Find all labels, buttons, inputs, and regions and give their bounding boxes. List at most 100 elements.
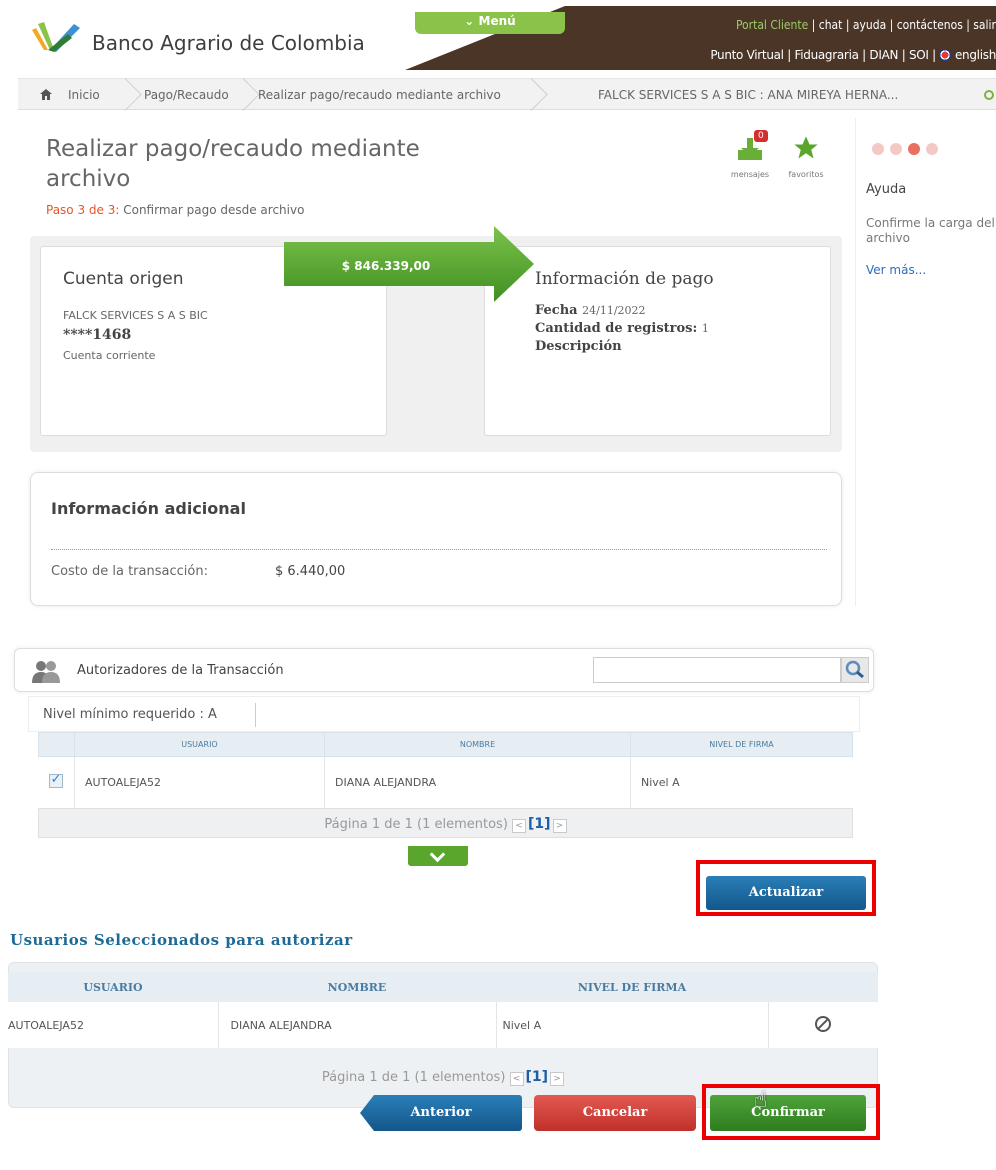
highlight-box [696, 860, 876, 916]
count-value: 1 [701, 322, 709, 335]
messages-button[interactable]: 0 mensajes [726, 130, 774, 182]
column-header-name[interactable]: NOMBRE [218, 972, 496, 1002]
authorizers-pager: Página 1 de 1 (1 elementos) < [1] > [38, 808, 853, 838]
portal-cliente-link[interactable]: Portal Cliente [736, 18, 808, 32]
step-dot-active [908, 143, 920, 155]
hand-cursor-icon: ☝ [754, 1088, 768, 1113]
name-cell: DIANA ALEJANDRA [324, 756, 631, 809]
top-links-secondary[interactable]: Punto Virtual | Fiduagraria | DIAN | SOI… [710, 48, 996, 62]
secondary-links[interactable]: Punto Virtual | Fiduagraria | DIAN | SOI… [710, 48, 939, 62]
count-label: Cantidad de registros: [535, 321, 698, 336]
payment-count-row: Cantidad de registros: 1 [535, 321, 709, 336]
breadcrumb-separator [520, 79, 534, 111]
column-header-user[interactable]: USUARIO [8, 972, 218, 1002]
breadcrumb-separator [232, 79, 246, 111]
next-page-button[interactable]: > [552, 819, 567, 833]
expand-chevron-button[interactable] [408, 846, 468, 866]
breadcrumb-current: Realizar pago/recaudo mediante archivo [258, 88, 501, 102]
column-header-user[interactable]: USUARIO [74, 732, 325, 757]
users-icon [32, 661, 60, 683]
breadcrumb-home[interactable]: Inicio [68, 79, 100, 111]
remove-icon[interactable] [815, 1015, 832, 1032]
additional-info-title: Información adicional [51, 499, 246, 518]
step-number: Paso 3 de 3: [46, 203, 120, 217]
breadcrumb-account: FALCK SERVICES S A S BIC : ANA MIREYA HE… [598, 88, 899, 102]
help-panel: Ayuda Confirme la carga del archivo Ver … [855, 118, 996, 606]
transaction-cost-label: Costo de la transacción: [51, 564, 208, 579]
site-header: Banco Agrario de Colombia ⌄ Menú Portal … [10, 6, 996, 70]
current-page[interactable]: [1] [528, 816, 551, 832]
star-icon [794, 136, 818, 159]
english-link[interactable]: english [951, 48, 996, 62]
level-cell: Nivel A [496, 1002, 769, 1048]
table-row[interactable]: AUTOALEJA52 DIANA ALEJANDRA Nivel A [38, 756, 853, 809]
help-step-dots [872, 140, 944, 159]
remove-cell[interactable] [768, 1002, 878, 1048]
search-icon [845, 660, 864, 679]
divider [255, 703, 256, 727]
next-page-button[interactable]: > [550, 1072, 565, 1086]
column-header-level[interactable]: NIVEL DE FIRMA [630, 732, 853, 757]
user-cell: AUTOALEJA52 [74, 756, 325, 809]
payment-info-card: Información de pago Fecha 24/11/2022 Can… [484, 246, 831, 436]
top-links-primary[interactable]: Portal Cliente | chat | ayuda | contácte… [736, 18, 996, 32]
pager-text: Página 1 de 1 (1 elementos) [321, 1070, 510, 1085]
breadcrumb-pago-recaudo[interactable]: Pago/Recaudo [144, 79, 229, 111]
page-title: Realizar pago/recaudo mediante archivo [46, 136, 420, 192]
checkbox-column-header [38, 732, 75, 757]
step-dot [890, 143, 902, 155]
us-flag-icon[interactable] [939, 49, 952, 61]
search-button[interactable] [841, 657, 869, 683]
step-dot [926, 143, 938, 155]
origin-name: FALCK SERVICES S A S BIC [63, 309, 208, 322]
bank-logo-icon[interactable] [30, 20, 82, 56]
favorites-label: favoritos [788, 170, 824, 179]
authorizers-search-input[interactable] [593, 657, 841, 683]
column-header-level[interactable]: NIVEL DE FIRMA [496, 972, 768, 1002]
payment-date-row: Fecha 24/11/2022 [535, 303, 646, 318]
row-checkbox[interactable] [48, 772, 63, 788]
prev-page-button[interactable]: < [512, 819, 527, 833]
origin-account-number: ****1468 [63, 327, 132, 343]
origin-account-type: Cuenta corriente [63, 349, 156, 362]
table-header-row: USUARIO NOMBRE NIVEL DE FIRMA [8, 972, 878, 1002]
breadcrumb-separator [114, 79, 128, 111]
table-row[interactable]: AUTOALEJA52 DIANA ALEJANDRA Nivel A [8, 1002, 878, 1048]
level-cell: Nivel A [630, 756, 853, 809]
prev-page-button[interactable]: < [509, 1072, 524, 1086]
authorizers-table: USUARIO NOMBRE NIVEL DE FIRMA AUTOALEJA5… [38, 732, 853, 809]
name-cell: DIANA ALEJANDRA [218, 1002, 497, 1048]
status-indicator-icon [984, 90, 994, 100]
payment-description-label: Descripción [535, 339, 622, 354]
date-value: 24/11/2022 [582, 304, 646, 317]
table-header-row: USUARIO NOMBRE NIVEL DE FIRMA [38, 732, 853, 757]
breadcrumb: Inicio Pago/Recaudo Realizar pago/recaud… [18, 78, 996, 110]
favorites-button[interactable]: favoritos [782, 130, 830, 182]
help-more-link[interactable]: Ver más... [866, 263, 926, 277]
row-checkbox-cell[interactable] [38, 756, 75, 809]
selected-users-table: USUARIO NOMBRE NIVEL DE FIRMA AUTOALEJA5… [8, 972, 878, 1048]
authorizers-title: Autorizadores de la Transacción [77, 663, 284, 678]
column-header-name[interactable]: NOMBRE [324, 732, 631, 757]
menu-button[interactable]: ⌄ Menú [415, 12, 565, 34]
help-text: Confirme la carga del archivo [866, 216, 995, 245]
step-description: Confirmar pago desde archivo [119, 203, 305, 217]
minimum-level-box: Nivel mínimo requerido : A [28, 696, 860, 732]
date-label: Fecha [535, 303, 578, 318]
payment-info-title: Información de pago [535, 269, 714, 289]
pager-text: Página 1 de 1 (1 elementos) [324, 817, 513, 832]
cancel-button[interactable]: Cancelar [534, 1095, 696, 1131]
transaction-cost-value: $ 6.440,00 [275, 564, 346, 579]
user-cell: AUTOALEJA52 [8, 1002, 219, 1048]
transfer-amount: $ 846.339,00 [341, 259, 431, 273]
previous-button[interactable]: Anterior [360, 1095, 522, 1131]
authorizers-header: Autorizadores de la Transacción [14, 648, 874, 692]
origin-title: Cuenta origen [63, 269, 184, 289]
home-icon[interactable] [40, 89, 52, 100]
current-page[interactable]: [1] [526, 1069, 549, 1085]
messages-label: mensajes [730, 170, 770, 179]
bank-name[interactable]: Banco Agrario de Colombia [92, 31, 365, 55]
minimum-level-text: Nivel mínimo requerido : A [43, 707, 217, 722]
top-links-rest[interactable]: | chat | ayuda | contáctenos | salir [808, 18, 996, 32]
help-title: Ayuda [866, 182, 907, 197]
